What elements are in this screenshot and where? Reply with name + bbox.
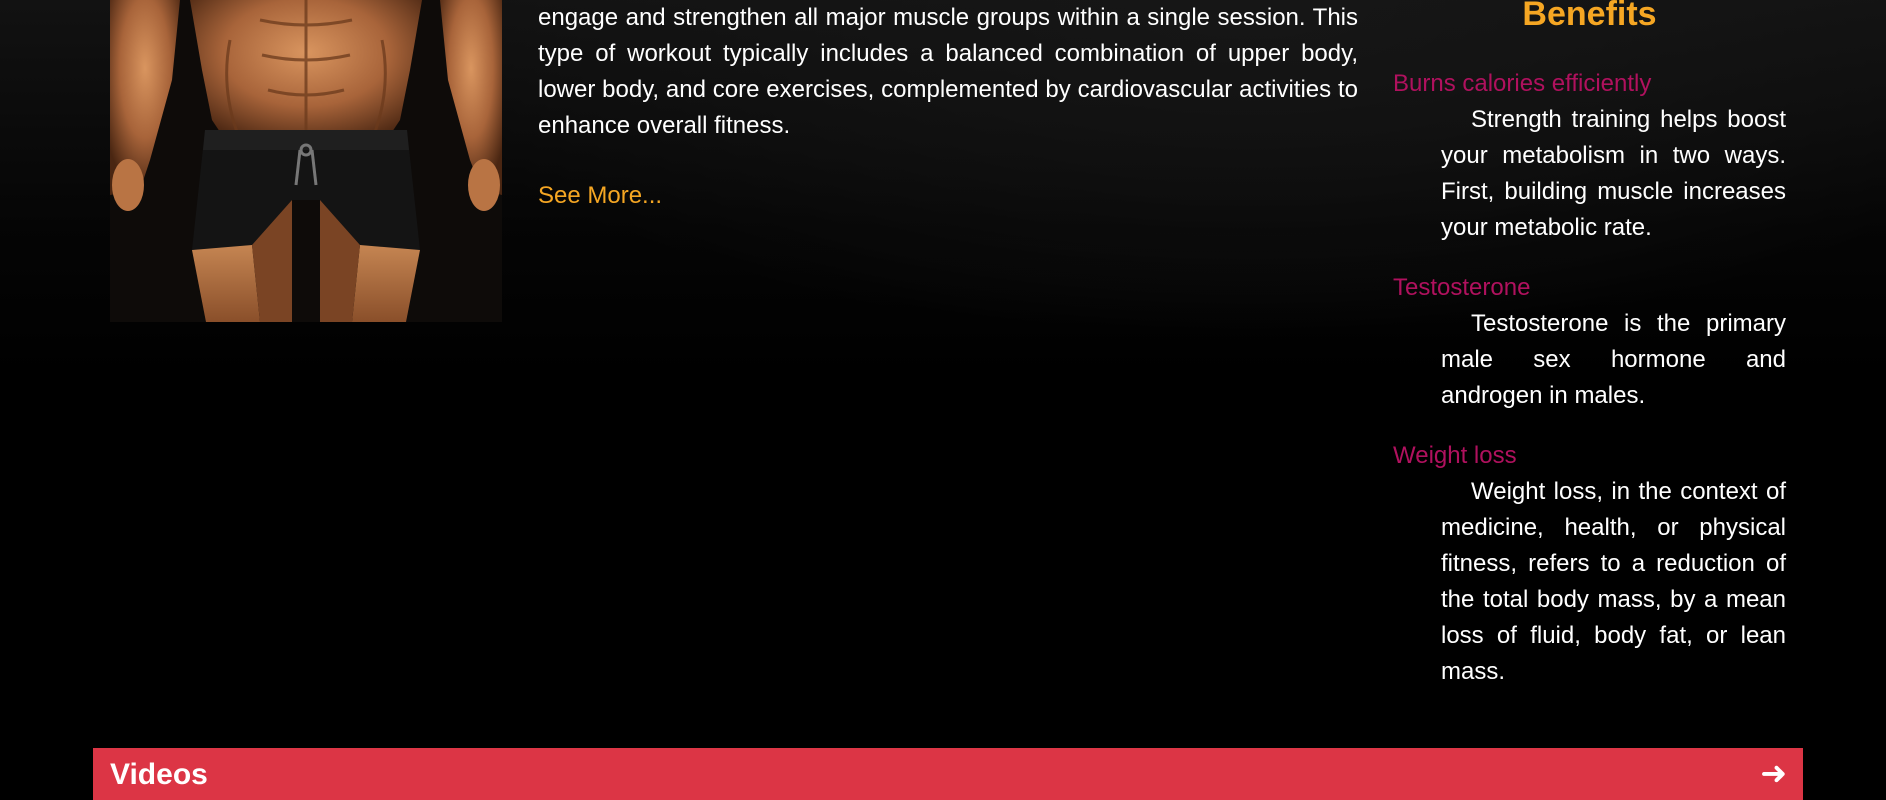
- intro-paragraph: engage and strengthen all major muscle g…: [538, 4, 1358, 139]
- benefits-title: Benefits: [1522, 0, 1657, 33]
- videos-section-bar[interactable]: Videos ➜: [93, 748, 1803, 800]
- see-more-link[interactable]: See More...: [538, 178, 662, 214]
- hero-image: [110, 0, 502, 322]
- benefit-heading-weight-loss: Weight loss: [1393, 442, 1517, 469]
- benefit-heading-burns-calories: Burns calories efficiently: [1393, 70, 1652, 97]
- page: engage and strengthen all major muscle g…: [0, 0, 1886, 800]
- benefit-text-burns-calories: Strength training helps boost your metab…: [1441, 106, 1786, 241]
- benefit-text-weight-loss: Weight loss, in the context of medicine,…: [1441, 478, 1786, 685]
- benefit-heading-testosterone: Testosterone: [1393, 274, 1531, 301]
- videos-label: Videos: [110, 758, 208, 791]
- arrow-right-icon[interactable]: ➜: [1760, 754, 1787, 792]
- intro-text-block: engage and strengthen all major muscle g…: [538, 0, 1358, 144]
- benefit-text-testosterone: Testosterone is the primary male sex hor…: [1441, 310, 1786, 409]
- muscular-torso-photo-icon: [110, 0, 502, 322]
